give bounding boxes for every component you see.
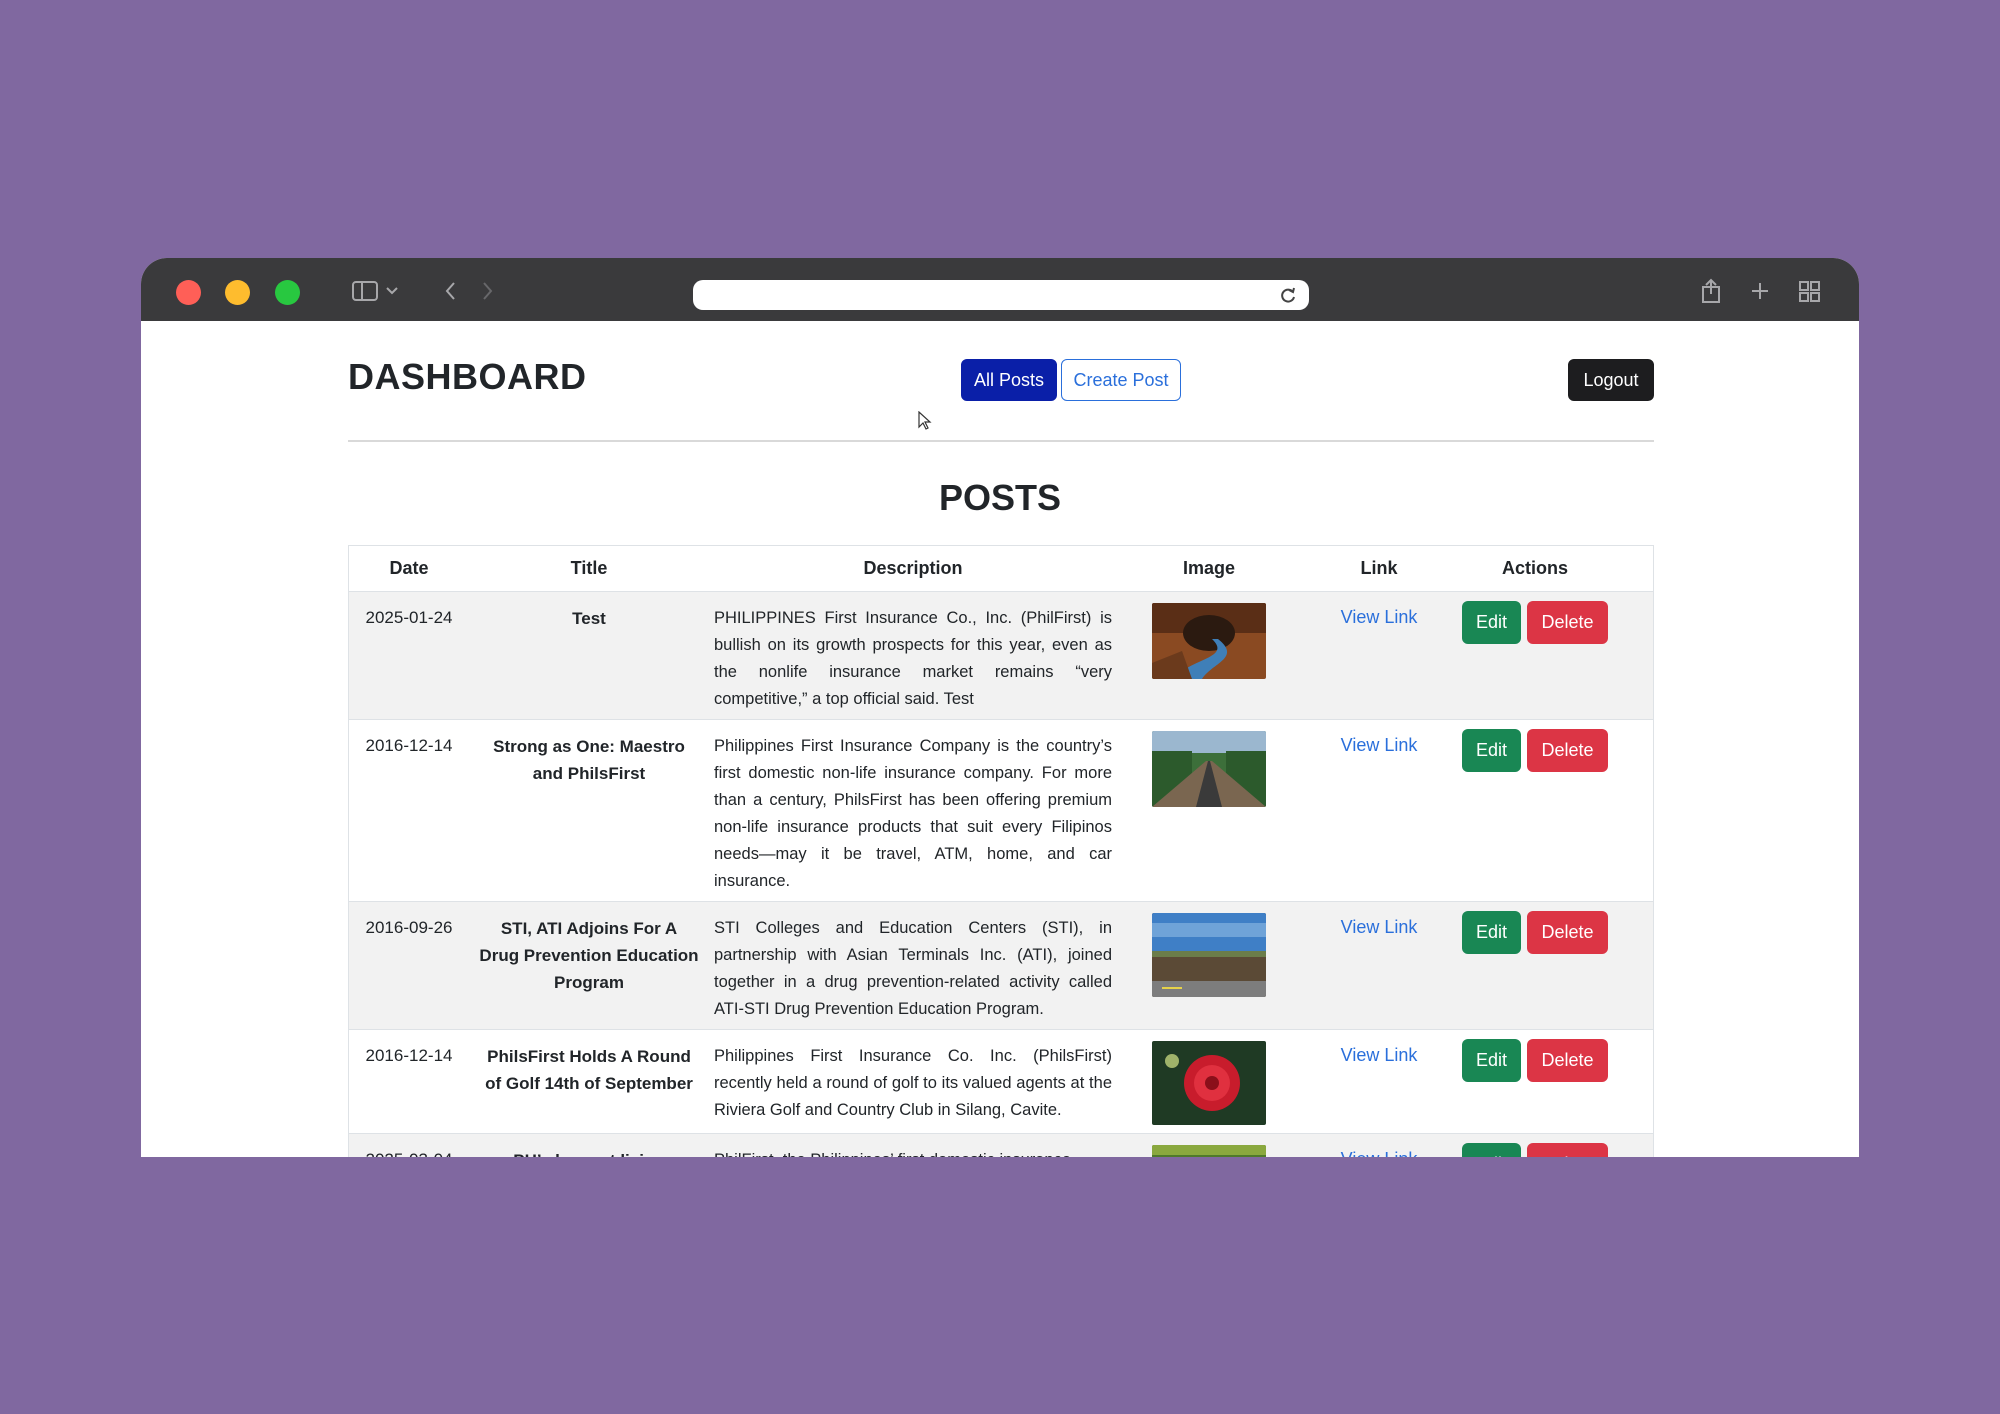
post-title: PhilsFirst Holds A Round of Golf 14th of… xyxy=(485,1047,693,1093)
table-row: 2016-12-14 PhilsFirst Holds A Round of G… xyxy=(349,1030,1653,1134)
table-row: 2025-01-24 Test PHILIPPINES First Insura… xyxy=(349,592,1653,720)
tabs-grid-icon[interactable] xyxy=(1796,276,1824,306)
column-header-link: Link xyxy=(1360,558,1398,578)
post-description: Philippines First Insurance Co. Inc. (Ph… xyxy=(714,1047,1112,1119)
posts-table: Date Title Description Image Link Action… xyxy=(348,545,1654,1157)
post-title: Test xyxy=(572,609,606,628)
post-title: PH’s longest living xyxy=(479,1147,699,1157)
edit-button[interactable]: Edit xyxy=(1462,1143,1521,1157)
column-header-date: Date xyxy=(389,558,429,578)
post-title: Strong as One: Maestro and PhilsFirst xyxy=(493,737,685,783)
close-window-button[interactable] xyxy=(176,280,201,305)
logout-button[interactable]: Logout xyxy=(1568,359,1654,401)
all-posts-button[interactable]: All Posts xyxy=(961,359,1057,401)
address-bar[interactable] xyxy=(693,280,1309,310)
view-link[interactable]: View Link xyxy=(1319,735,1439,756)
winding-road-tunnel-image xyxy=(1152,603,1266,679)
post-description: PHILIPPINES First Insurance Co., Inc. (P… xyxy=(714,609,1112,708)
edit-button[interactable]: Edit xyxy=(1462,911,1521,954)
share-icon[interactable] xyxy=(1697,276,1725,306)
create-post-button[interactable]: Create Post xyxy=(1061,359,1181,401)
green-foliage-image xyxy=(1152,1145,1266,1157)
plus-icon[interactable] xyxy=(1748,276,1772,306)
post-date: 2016-12-14 xyxy=(365,1046,453,1065)
section-title: POSTS xyxy=(938,477,1062,518)
reload-icon[interactable] xyxy=(1279,280,1297,310)
delete-button[interactable]: Delete xyxy=(1527,1143,1608,1157)
sidebar-icon[interactable] xyxy=(348,276,382,306)
column-header-description: Description xyxy=(863,558,963,578)
header-divider xyxy=(348,440,1654,442)
delete-button[interactable]: Delete xyxy=(1527,1039,1608,1082)
edit-button[interactable]: Edit xyxy=(1462,729,1521,772)
view-link[interactable]: View Link xyxy=(1319,1045,1439,1066)
forest-road-image xyxy=(1152,731,1266,807)
edit-button[interactable]: Edit xyxy=(1462,1039,1521,1082)
view-link[interactable]: View Link xyxy=(1319,607,1439,628)
post-date: 2016-09-26 xyxy=(365,918,453,937)
column-header-actions: Actions xyxy=(1501,558,1568,578)
mouse-cursor-icon xyxy=(918,411,932,430)
minimize-window-button[interactable] xyxy=(225,280,250,305)
edit-button[interactable]: Edit xyxy=(1462,601,1521,644)
table-row: 2025-03-04 PH’s longest living PhilFirst… xyxy=(349,1134,1653,1157)
chevron-down-icon[interactable] xyxy=(384,276,400,306)
table-row: 2016-12-14 Strong as One: Maestro and Ph… xyxy=(349,720,1653,902)
post-date: 2025-01-24 xyxy=(365,608,453,627)
delete-button[interactable]: Delete xyxy=(1527,729,1608,772)
browser-titlebar xyxy=(141,258,1859,321)
post-description: PhilFirst, the Philippines’ first domest… xyxy=(714,1147,1112,1157)
browser-window: DASHBOARD All Posts Create Post Logout P… xyxy=(141,258,1859,1157)
post-date: 2016-12-14 xyxy=(365,736,453,755)
post-date: 2025-03-04 xyxy=(349,1150,469,1157)
post-title: STI, ATI Adjoins For A Drug Prevention E… xyxy=(479,919,699,992)
delete-button[interactable]: Delete xyxy=(1527,601,1608,644)
table-header-row: Date Title Description Image Link Action… xyxy=(349,546,1653,592)
back-icon[interactable] xyxy=(441,276,461,306)
table-row: 2016-09-26 STI, ATI Adjoins For A Drug P… xyxy=(349,902,1653,1030)
view-link[interactable]: View Link xyxy=(1319,917,1439,938)
delete-button[interactable]: Delete xyxy=(1527,911,1608,954)
red-flower-image xyxy=(1152,1041,1266,1125)
page-title: DASHBOARD xyxy=(348,356,587,397)
column-header-title: Title xyxy=(570,558,608,578)
post-description: Philippines First Insurance Company is t… xyxy=(714,737,1112,890)
forward-icon[interactable] xyxy=(477,276,497,306)
column-header-image: Image xyxy=(1182,558,1236,578)
view-link[interactable]: View Link xyxy=(1319,1149,1439,1157)
page-content: DASHBOARD All Posts Create Post Logout P… xyxy=(141,321,1859,1157)
post-description: STI Colleges and Education Centers (STI)… xyxy=(714,919,1112,1018)
field-road-image xyxy=(1152,913,1266,997)
maximize-window-button[interactable] xyxy=(275,280,300,305)
